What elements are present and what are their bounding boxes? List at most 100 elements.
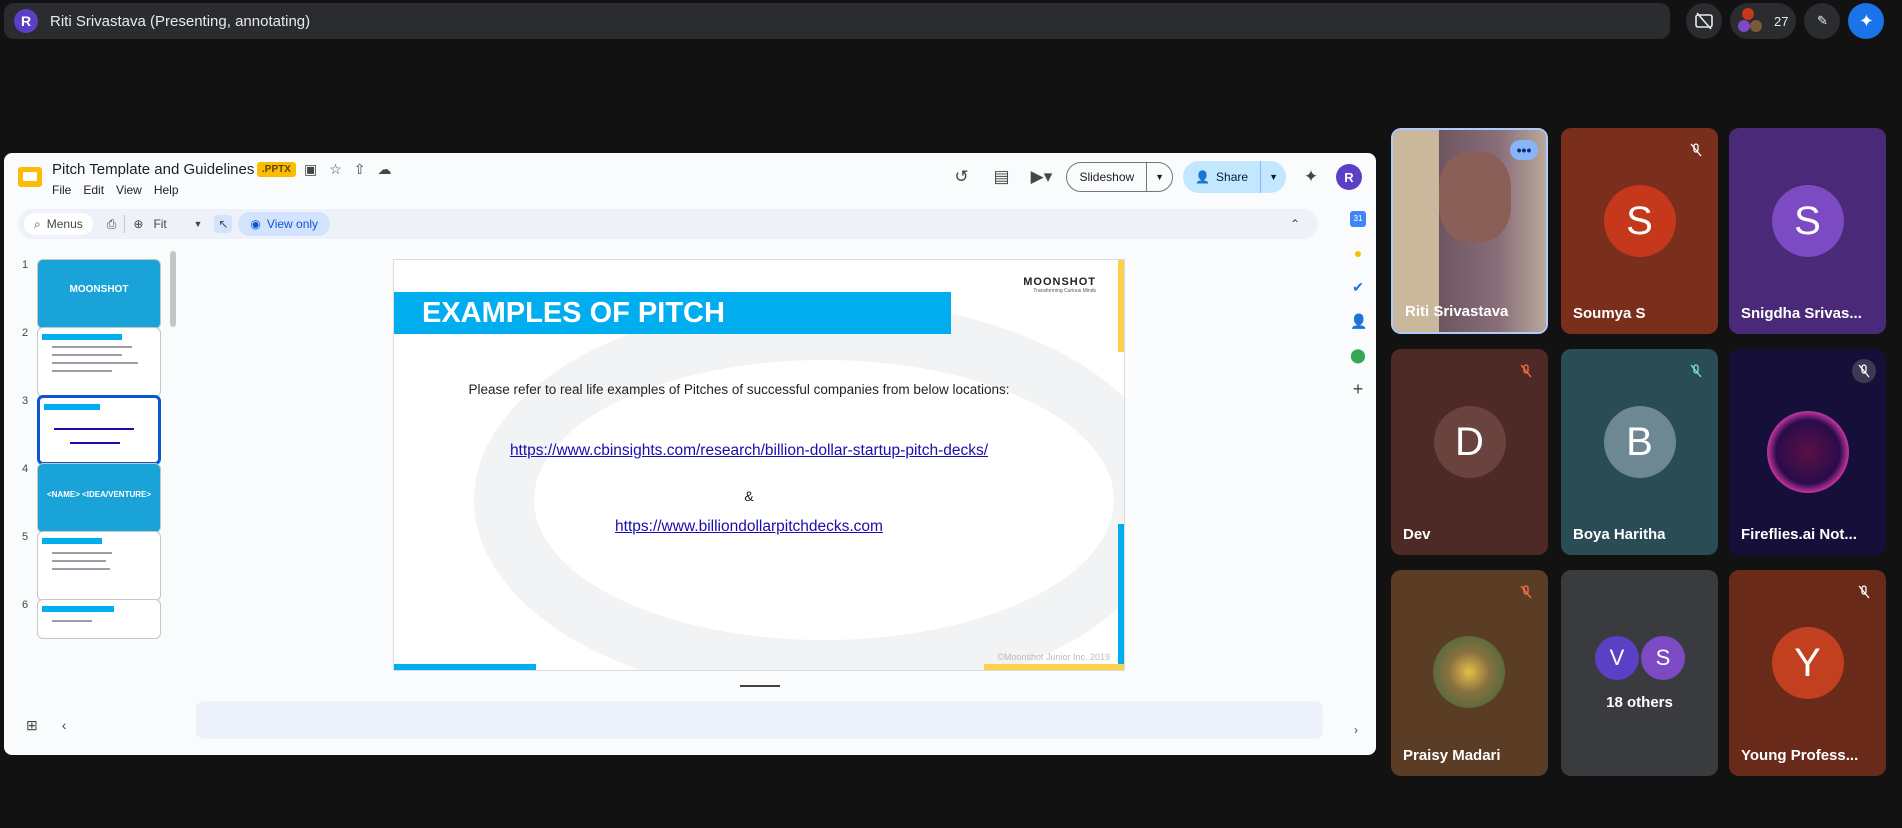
maps-icon[interactable]: ⬤ (1350, 347, 1366, 363)
tile-avatar: Y (1771, 627, 1844, 699)
thumb-logo-text: MOONSHOT (69, 284, 129, 295)
share-label: Share (1216, 170, 1249, 184)
tile-young[interactable]: Y Young Profess... (1729, 570, 1886, 776)
calendar-icon[interactable]: 31 (1350, 211, 1366, 227)
menu-edit[interactable]: Edit (83, 183, 104, 197)
slideshow-button[interactable]: Slideshow ▼ (1066, 162, 1174, 192)
tile-avatar: S (1603, 185, 1676, 257)
tile-riti[interactable]: ••• Riti Srivastava (1391, 128, 1548, 334)
history-icon[interactable]: ↺ (946, 167, 976, 187)
slides-window: Pitch Template and Guidelines .PPTX ▣ ☆ … (4, 153, 1376, 755)
person-face (1439, 152, 1511, 242)
current-slide: EXAMPLES OF PITCH MOONSHOT Transforming C… (393, 259, 1125, 671)
thumb-number: 2 (22, 327, 29, 339)
menu-help[interactable]: Help (154, 183, 179, 197)
tile-name: Snigdha Srivas... (1741, 305, 1862, 322)
tile-dev[interactable]: D Dev (1391, 349, 1548, 555)
menus-search[interactable]: ⌕ Menus (24, 213, 93, 235)
star-icon[interactable]: ☆ (329, 161, 342, 178)
tile-name: Riti Srivastava (1405, 303, 1509, 320)
zoom-dropdown-icon[interactable]: ▼ (193, 219, 202, 229)
print-icon[interactable]: ⎙ (107, 217, 117, 232)
gemini-button[interactable]: ✦ (1848, 3, 1885, 39)
presenter-avatar: R (14, 9, 38, 33)
others-avatar-s: S (1641, 636, 1685, 680)
share-button[interactable]: 👤 Share ▼ (1183, 161, 1286, 193)
others-count: 18 others (1606, 694, 1673, 711)
search-icon: ⌕ (34, 216, 41, 231)
comment-icon[interactable]: ▤ (986, 167, 1016, 187)
logo-text: MOONSHOT (1023, 276, 1096, 288)
contacts-icon[interactable]: 👤 (1350, 313, 1367, 329)
slide-page-indicator (740, 685, 780, 687)
tile-boya[interactable]: B Boya Haritha (1561, 349, 1718, 555)
menu-file[interactable]: File (52, 183, 71, 197)
slide-intro-text: Please refer to real life examples of Pi… (468, 382, 1010, 397)
camera-off-icon (1695, 12, 1713, 30)
user-avatar[interactable]: R (1336, 164, 1362, 190)
tile-avatar: D (1433, 406, 1506, 478)
view-only-label: View only (266, 217, 319, 231)
collapse-panel-icon[interactable]: ‹ (62, 717, 67, 734)
share-dropdown-icon[interactable]: ▼ (1261, 172, 1286, 182)
participant-count: 27 (1774, 13, 1789, 29)
hide-self-view-button[interactable] (1686, 3, 1722, 39)
tile-praisy[interactable]: Praisy Madari (1391, 570, 1548, 776)
thumbnail-scrollbar[interactable] (170, 251, 176, 327)
mic-off-icon (1852, 580, 1876, 604)
tile-name: Praisy Madari (1403, 747, 1501, 764)
presenter-title: Riti Srivastava (Presenting, annotating) (50, 12, 311, 30)
tile-name: Boya Haritha (1573, 526, 1666, 543)
eye-icon: ◉ (250, 217, 261, 231)
tile-avatar: S (1771, 185, 1844, 257)
profile-photo (1433, 636, 1505, 708)
participants-button[interactable]: 27 (1730, 3, 1797, 39)
add-addon-icon[interactable]: + (1350, 380, 1366, 398)
tile-others[interactable]: V S 18 others (1561, 570, 1718, 776)
zoom-icon[interactable]: ⊕ (133, 217, 143, 231)
toolbar: ⌕ Menus ⎙ ⊕ Fit ▼ ↖ ◉ View only ⌃ (18, 209, 1318, 239)
tile-soumya[interactable]: S Soumya S (1561, 128, 1718, 334)
gemini-sparkle-icon[interactable]: ✦ (1296, 167, 1326, 187)
more-options-icon[interactable]: ••• (1510, 140, 1538, 160)
slideshow-dropdown-icon[interactable]: ▼ (1147, 172, 1172, 182)
thumb-number: 3 (22, 395, 29, 407)
zoom-select[interactable]: Fit (153, 217, 193, 231)
mic-off-icon (1514, 359, 1538, 383)
slides-file-icon[interactable]: ▣ (304, 161, 317, 178)
collapse-toolbar-icon[interactable]: ⌃ (1290, 217, 1300, 231)
doc-title[interactable]: Pitch Template and Guidelines (52, 161, 254, 178)
tile-snigdha[interactable]: S Snigdha Srivas... (1729, 128, 1886, 334)
mic-off-icon (1514, 580, 1538, 604)
view-only-button[interactable]: ◉ View only (238, 212, 331, 236)
grid-view-icon[interactable]: ⊞ (26, 717, 38, 734)
thumb-number: 1 (22, 259, 29, 271)
file-type-badge: .PPTX (257, 162, 296, 177)
slides-logo-icon[interactable] (18, 167, 42, 187)
mic-off-icon (1684, 359, 1708, 383)
tile-avatar: B (1603, 406, 1676, 478)
keep-icon[interactable]: ● (1350, 245, 1366, 261)
menus-label: Menus (46, 217, 83, 231)
others-avatar-v: V (1595, 636, 1639, 680)
meeting-topbar: R Riti Srivastava (Presenting, annotatin… (4, 3, 1670, 39)
menu-view[interactable]: View (116, 183, 142, 197)
thumb-title-text: <NAME> <IDEA/VENTURE> (46, 490, 152, 499)
billiondollar-link[interactable]: https://www.billiondollarpitchdecks.com (394, 518, 1124, 536)
video-call-icon[interactable]: ▶▾ (1026, 167, 1056, 187)
tasks-icon[interactable]: ✔ (1350, 279, 1366, 295)
sparkle-icon: ✦ (1858, 10, 1875, 31)
tile-fireflies[interactable]: Fireflies.ai Not... (1729, 349, 1886, 555)
slide-heading: EXAMPLES OF PITCH (394, 292, 951, 334)
move-icon[interactable]: ⇧ (354, 161, 366, 178)
cbinsights-link[interactable]: https://www.cbinsights.com/research/bill… (394, 442, 1124, 460)
speaker-notes[interactable] (196, 701, 1323, 739)
expand-side-panel-icon[interactable]: › (1354, 723, 1358, 737)
side-panel-icons: 31 ● ✔ 👤 ⬤ + (1350, 211, 1367, 398)
annotate-button[interactable]: ✎ (1804, 3, 1841, 39)
slideshow-label[interactable]: Slideshow (1067, 163, 1148, 191)
select-cursor-icon[interactable]: ↖ (214, 215, 233, 233)
tile-name: Dev (1403, 526, 1431, 543)
cloud-icon[interactable]: ☁ (378, 161, 392, 178)
slide-canvas: EXAMPLES OF PITCH MOONSHOT Transforming C… (190, 249, 1326, 689)
